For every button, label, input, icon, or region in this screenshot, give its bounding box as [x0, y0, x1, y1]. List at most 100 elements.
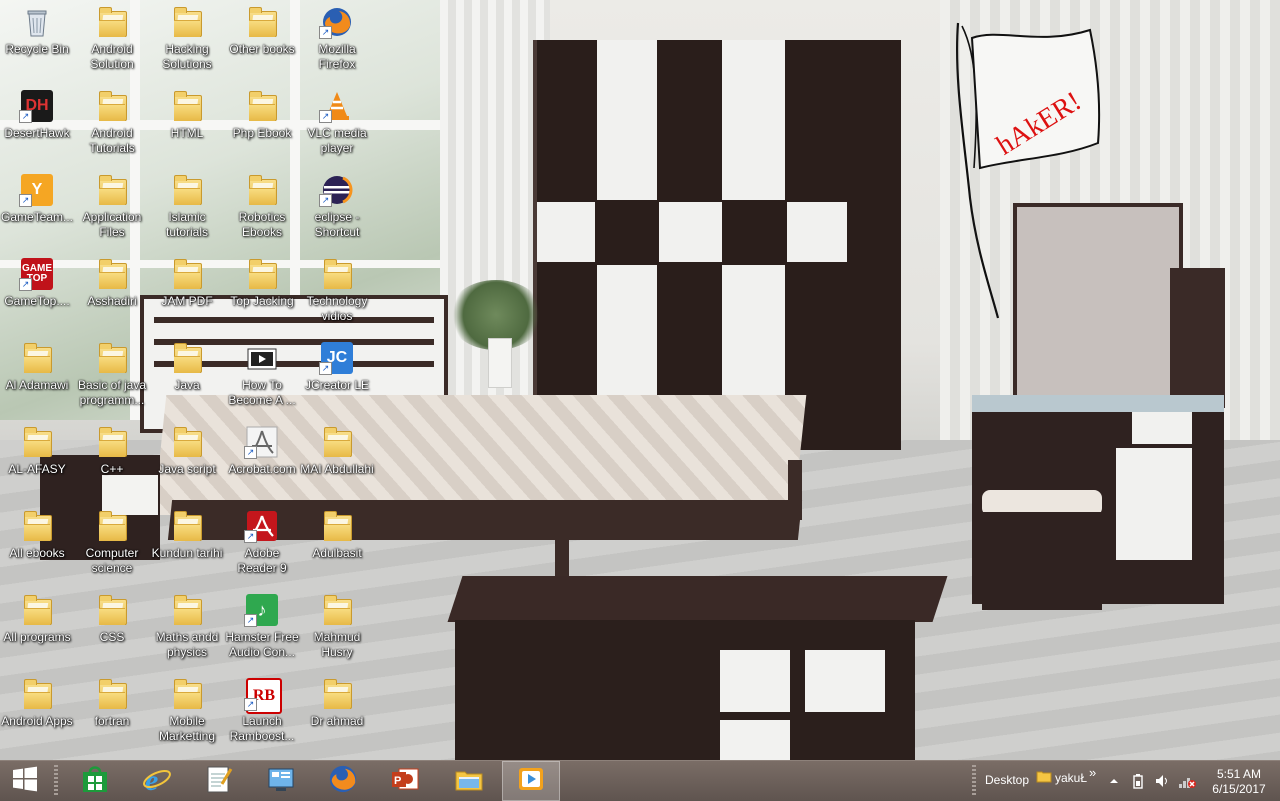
- desktop-icon-firefox[interactable]: ↗ Mozilla Firefox: [300, 0, 374, 82]
- desktop-icon-eclipse[interactable]: ↗ eclipse - Shortcut: [300, 168, 374, 250]
- jcreator-icon: JC ↗: [319, 342, 353, 375]
- wallpaper-coffee-table: [447, 548, 948, 760]
- desktop-icon-css[interactable]: CSS: [75, 588, 149, 670]
- start-button[interactable]: [0, 761, 50, 801]
- file-explorer-button[interactable]: [440, 761, 498, 801]
- vlc-icon: ↗: [319, 90, 353, 123]
- desktop-icon-fortran[interactable]: fortran: [75, 672, 149, 754]
- acrobat-com-icon: ↗: [244, 426, 278, 459]
- folder-icon: [96, 510, 128, 542]
- desktop-icon-html[interactable]: HTML: [150, 84, 224, 166]
- desktop-icon-php-ebook[interactable]: Php Ebook: [225, 84, 299, 166]
- taskbar: e P Desktop yakuŁ » 5:51 AM 6/15/2017: [0, 760, 1280, 801]
- firefox-icon: [328, 764, 358, 799]
- toolbar-grip[interactable]: [972, 765, 976, 797]
- wallpaper-flag-scribble: hAkER!: [955, 22, 1101, 319]
- control-panel-button[interactable]: [252, 761, 310, 801]
- desktop-icon-kundun-tarihi[interactable]: Kundun tarihi: [150, 504, 224, 586]
- desktop-icon-mai-abdullahi[interactable]: MAI Abdullahi: [300, 420, 374, 502]
- desktop-icon-other-books[interactable]: Other books: [225, 0, 299, 82]
- folder-icon: [321, 510, 353, 542]
- user-folder-icon: [1036, 768, 1052, 784]
- desktop-icon-deserthawk[interactable]: DH ↗ DesertHawk: [0, 84, 74, 166]
- desktop-icon-gameteam[interactable]: Y ↗ GameTeam...: [0, 168, 74, 250]
- desktop-icon-application-files[interactable]: Application Files: [75, 168, 149, 250]
- desktop-icon-all-ebooks[interactable]: All ebooks: [0, 504, 74, 586]
- desktop-icon-acrobat-com[interactable]: ↗ Acrobat.com: [225, 420, 299, 502]
- desktop-icon-recycle-bin[interactable]: Recycle Bin: [0, 0, 74, 82]
- notepad-button[interactable]: [190, 761, 248, 801]
- folder-icon: [171, 258, 203, 290]
- control-panel-icon: [266, 764, 296, 799]
- desktop-icon-robotics-ebooks[interactable]: Robotics Ebooks: [225, 168, 299, 250]
- desktop-icon-adobe-reader[interactable]: ↗ Adobe Reader 9: [225, 504, 299, 586]
- toolbar-overflow-chevron[interactable]: »: [1089, 765, 1096, 780]
- desktop-icon-android-tutorials[interactable]: Android Tutorials: [75, 84, 149, 166]
- notepad-icon: [204, 764, 234, 799]
- chevron-up-icon: [1108, 774, 1120, 791]
- file-explorer-icon: [454, 764, 484, 799]
- desktop-icon-all-programs[interactable]: All programs: [0, 588, 74, 670]
- desktop-icon-jcreator[interactable]: JC ↗ JCreator LE: [300, 336, 374, 418]
- media-player-icon: [516, 764, 546, 799]
- desktop-icon-java-script[interactable]: Java script: [150, 420, 224, 502]
- store-button[interactable]: [66, 761, 124, 801]
- desktop-icon-mobile-marketting[interactable]: Mobile Marketting: [150, 672, 224, 754]
- desktop-icon-computer-science[interactable]: Computer science: [75, 504, 149, 586]
- folder-icon: [21, 426, 53, 458]
- video-file-icon: [246, 342, 278, 374]
- folder-icon: [171, 6, 203, 38]
- desktop-icon-cpp[interactable]: C++: [75, 420, 149, 502]
- desktop-icon-dr-ahmad[interactable]: Dr ahmad: [300, 672, 374, 754]
- internet-explorer-button[interactable]: e: [128, 761, 186, 801]
- user-toolbar-item[interactable]: yakuŁ: [1055, 771, 1087, 785]
- show-hidden-icons-button[interactable]: [1108, 774, 1120, 786]
- folder-icon: [96, 426, 128, 458]
- store-icon: [80, 764, 110, 799]
- deserthawk-icon: DH ↗: [19, 90, 53, 123]
- desktop-icon-how-to-become[interactable]: How To Become A ...: [225, 336, 299, 418]
- firefox-button[interactable]: [314, 761, 372, 801]
- clock-date: 6/15/2017: [1212, 782, 1266, 796]
- desktop-icon-basic-of-java[interactable]: Basic of java programm...: [75, 336, 149, 418]
- network-tray-button[interactable]: [1178, 773, 1196, 789]
- desktop-icon-asshadiri[interactable]: Asshadiri: [75, 252, 149, 334]
- folder-icon: [246, 258, 278, 290]
- ramboost-icon: RB ↗: [244, 678, 282, 714]
- desktop-icon-mahmud-husry[interactable]: Mahmud Husry: [300, 588, 374, 670]
- desktop-icon-top-jacking[interactable]: Top Jacking: [225, 252, 299, 334]
- gametop-icon: GAME TOP ↗: [19, 258, 53, 291]
- desktop-icon-al-afasy[interactable]: AL-AFASY: [0, 420, 74, 502]
- powerpoint-button[interactable]: P: [376, 761, 434, 801]
- desktop-icon-android-solution[interactable]: Android Solution: [75, 0, 149, 82]
- desktop-icon-maths-physics[interactable]: Maths andd physics: [150, 588, 224, 670]
- folder-icon: [171, 426, 203, 458]
- desktop-icon-hamster-audio[interactable]: ♪ ↗ Hamster Free Audio Con...: [225, 588, 299, 670]
- folder-icon: [246, 174, 278, 206]
- desktop-icon-vlc[interactable]: ↗ VLC media player: [300, 84, 374, 166]
- desktop-icon-islamic-tutorials[interactable]: Islamic tutorials: [150, 168, 224, 250]
- desktop-icon-android-apps[interactable]: Android Apps: [0, 672, 74, 754]
- desktop-icon-technology-vidios[interactable]: Technology vidios: [300, 252, 374, 334]
- desktop-icon-java[interactable]: Java: [150, 336, 224, 418]
- desktop-icon-al-adamawi[interactable]: Al Adamawi: [0, 336, 74, 418]
- desktop-icon-adulbasit[interactable]: Adulbasit: [300, 504, 374, 586]
- folder-icon: [246, 90, 278, 122]
- folder-icon: [96, 342, 128, 374]
- power-tray-button[interactable]: [1130, 773, 1146, 789]
- volume-tray-button[interactable]: [1154, 773, 1170, 789]
- eclipse-icon: ↗: [319, 174, 353, 207]
- clock-time: 5:51 AM: [1216, 767, 1262, 781]
- desktop-toolbar[interactable]: Desktop: [985, 773, 1029, 787]
- battery-plug-icon: [1130, 774, 1146, 793]
- taskbar-grip[interactable]: [54, 765, 58, 797]
- desktop-icon-gametop[interactable]: GAME TOP ↗ GameTop....: [0, 252, 74, 334]
- taskbar-clock[interactable]: 5:51 AM 6/15/2017: [1204, 767, 1274, 797]
- desktop-icon-ramboost[interactable]: RB ↗ Launch Ramboost...: [225, 672, 299, 754]
- folder-icon: [171, 90, 203, 122]
- folder-icon: [21, 678, 53, 710]
- desktop-icon-hacking-solutions[interactable]: Hacking Solutions: [150, 0, 224, 82]
- desktop-icon-jam-pdf[interactable]: JAM PDF: [150, 252, 224, 334]
- media-player-button[interactable]: [502, 761, 560, 801]
- folder-icon: [96, 678, 128, 710]
